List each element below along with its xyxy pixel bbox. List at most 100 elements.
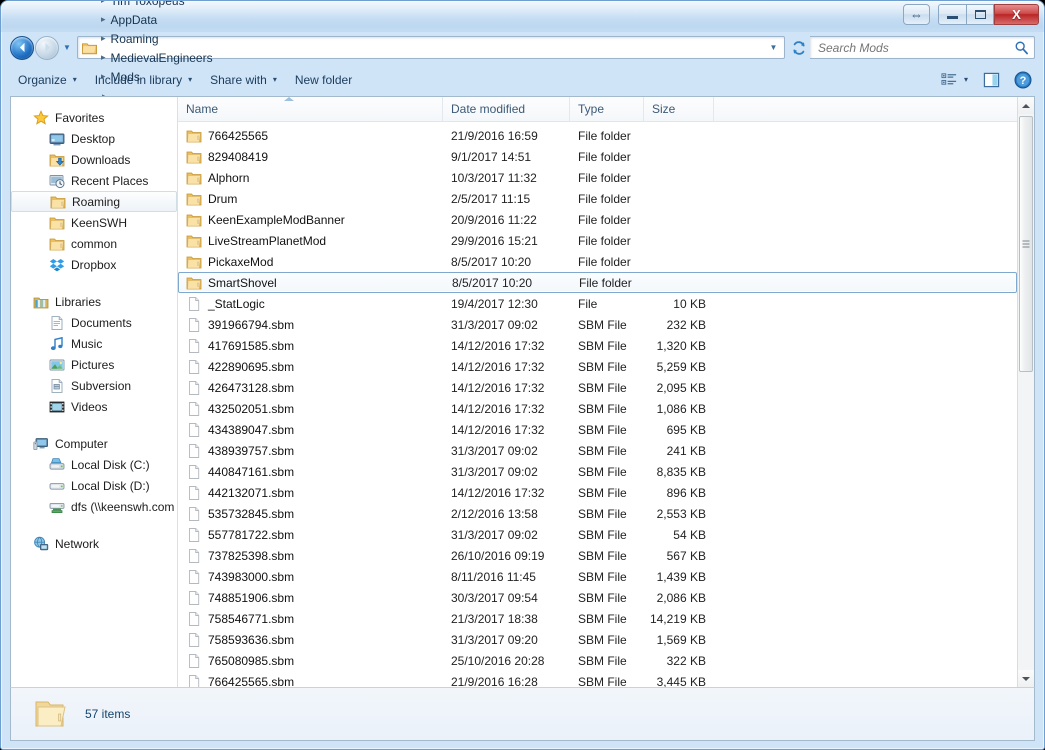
sidebar-item-network[interactable]: Network [11, 533, 177, 554]
refresh-button[interactable] [787, 36, 810, 59]
table-row[interactable]: 391966794.sbm 31/3/2017 09:02 SBM File 232 … [178, 314, 1017, 335]
table-row[interactable]: 748851906.sbm 30/3/2017 09:54 SBM File 2,08… [178, 587, 1017, 608]
address-dropdown-button[interactable]: ▼ [765, 43, 782, 52]
vertical-scrollbar[interactable] [1017, 97, 1034, 687]
table-row[interactable]: 434389047.sbm 14/12/2016 17:32 SBM File 695… [178, 419, 1017, 440]
sidebar-item-roaming[interactable]: Roaming [11, 191, 177, 212]
table-row[interactable]: 442132071.sbm 14/12/2016 17:32 SBM File 896… [178, 482, 1017, 503]
table-row[interactable]: Drum 2/5/2017 11:15 File folder [178, 188, 1017, 209]
sidebar-item-downloads[interactable]: Downloads [11, 149, 177, 170]
recent-pages-button[interactable]: ▼ [59, 43, 75, 52]
file-name-cell[interactable]: 434389047.sbm [178, 422, 443, 438]
file-list[interactable]: Name Date modified Type Size 766425565 21… [178, 97, 1017, 687]
table-row[interactable]: 557781722.sbm 31/3/2017 09:02 SBM File 54 K… [178, 524, 1017, 545]
sidebar-item-computer[interactable]: Computer [11, 433, 177, 454]
sidebar-item-subversion[interactable]: Subversion [11, 375, 177, 396]
file-name-cell[interactable]: 440847161.sbm [178, 464, 443, 480]
minimize-button[interactable] [938, 4, 966, 25]
table-row[interactable]: LiveStreamPlanetMod 29/9/2016 15:21 File f… [178, 230, 1017, 251]
toolbar-organize-button[interactable]: Organize ▾ [9, 69, 86, 91]
breadcrumb-item-3[interactable]: ▸ Roaming [100, 29, 217, 48]
search-icon[interactable] [1014, 40, 1029, 55]
file-name-cell[interactable]: 557781722.sbm [178, 527, 443, 543]
table-row[interactable]: 422890695.sbm 14/12/2016 17:32 SBM File 5,2… [178, 356, 1017, 377]
file-name-cell[interactable]: 422890695.sbm [178, 359, 443, 375]
table-row[interactable]: 432502051.sbm 14/12/2016 17:32 SBM File 1,0… [178, 398, 1017, 419]
file-name-cell[interactable]: 743983000.sbm [178, 569, 443, 585]
table-row[interactable]: 438939757.sbm 31/3/2017 09:02 SBM File 241 … [178, 440, 1017, 461]
table-row[interactable]: PickaxeMod 8/5/2017 10:20 File folder [178, 251, 1017, 272]
sidebar-item-music[interactable]: Music [11, 333, 177, 354]
sidebar-item-videos[interactable]: Videos [11, 396, 177, 417]
file-name-cell[interactable]: 758593636.sbm [178, 632, 443, 648]
sidebar-item-pictures[interactable]: Pictures [11, 354, 177, 375]
sidebar-item-desktop[interactable]: Desktop [11, 128, 177, 149]
file-name-cell[interactable]: 391966794.sbm [178, 317, 443, 333]
search-input[interactable] [818, 40, 1014, 55]
breadcrumb-item-1[interactable]: ▸ Tim Toxopeus [100, 1, 217, 10]
file-name-cell[interactable]: 438939757.sbm [178, 443, 443, 459]
forward-button[interactable] [35, 35, 59, 60]
scrollbar-thumb[interactable] [1019, 116, 1033, 372]
table-row[interactable]: 765080985.sbm 25/10/2016 20:28 SBM File 322… [178, 650, 1017, 671]
sidebar-item-local-disk-c[interactable]: Local Disk (C:) [11, 454, 177, 475]
column-header-size[interactable]: Size [644, 97, 714, 122]
file-name-cell[interactable]: 766425565.sbm [178, 674, 443, 687]
sidebar-item-dfs-keenswh-com[interactable]: dfs (\\keenswh.com [11, 496, 177, 517]
sidebar-item-recent-places[interactable]: Recent Places [11, 170, 177, 191]
file-name-cell[interactable]: 442132071.sbm [178, 485, 443, 501]
sidebar-item-dropbox[interactable]: Dropbox [11, 254, 177, 275]
scroll-up-button[interactable] [1018, 97, 1034, 114]
table-row[interactable]: _StatLogic 19/4/2017 12:30 File 10 KB [178, 293, 1017, 314]
file-name-cell[interactable]: Drum [178, 191, 443, 207]
table-row[interactable]: KeenExampleModBanner 20/9/2016 11:22 File … [178, 209, 1017, 230]
sidebar-item-libraries[interactable]: Libraries [11, 291, 177, 312]
file-name-cell[interactable]: 765080985.sbm [178, 653, 443, 669]
sidebar-item-local-disk-d[interactable]: Local Disk (D:) [11, 475, 177, 496]
table-row[interactable]: 417691585.sbm 14/12/2016 17:32 SBM File 1,3… [178, 335, 1017, 356]
column-header-name[interactable]: Name [178, 97, 443, 122]
maximize-button[interactable] [966, 4, 994, 25]
help-button[interactable]: ? [1010, 69, 1036, 91]
file-name-cell[interactable]: 535732845.sbm [178, 506, 443, 522]
search-box[interactable] [810, 36, 1035, 59]
toolbar-include-in-library-button[interactable]: Include in library ▾ [86, 69, 201, 91]
scrollbar-track[interactable] [1018, 114, 1034, 670]
toolbar-share-with-button[interactable]: Share with ▾ [201, 69, 286, 91]
table-row[interactable]: 737825398.sbm 26/10/2016 09:19 SBM File 567… [178, 545, 1017, 566]
breadcrumb-label[interactable]: AppData [107, 13, 162, 27]
close-button[interactable]: X [994, 4, 1039, 25]
column-header-type[interactable]: Type [570, 97, 644, 122]
file-name-cell[interactable]: 432502051.sbm [178, 401, 443, 417]
file-name-cell[interactable]: 766425565 [178, 128, 443, 144]
sidebar-item-common[interactable]: common [11, 233, 177, 254]
breadcrumb-item-2[interactable]: ▸ AppData [100, 10, 217, 29]
address-bar[interactable]: ▸ Tim Toxopeus ▸ AppData ▸ Roaming ▸ MedievalEn… [77, 1, 785, 101]
file-name-cell[interactable]: 758546771.sbm [178, 611, 443, 627]
file-name-cell[interactable]: PickaxeMod [178, 254, 443, 270]
sidebar-item-documents[interactable]: Documents [11, 312, 177, 333]
table-row[interactable]: 758546771.sbm 21/3/2017 18:38 SBM File 14,2… [178, 608, 1017, 629]
sidebar-item-favorites[interactable]: Favorites [11, 107, 177, 128]
file-name-cell[interactable]: _StatLogic [178, 296, 443, 312]
file-name-cell[interactable]: 417691585.sbm [178, 338, 443, 354]
sidebar-item-keenswh[interactable]: KeenSWH [11, 212, 177, 233]
file-name-cell[interactable]: 426473128.sbm [178, 380, 443, 396]
back-button[interactable] [10, 35, 34, 60]
table-row[interactable]: 766425565.sbm 21/9/2016 16:28 SBM File 3,44… [178, 671, 1017, 687]
file-name-cell[interactable]: SmartShovel [179, 275, 444, 291]
file-name-cell[interactable]: 748851906.sbm [178, 590, 443, 606]
table-row[interactable]: 758593636.sbm 31/3/2017 09:20 SBM File 1,56… [178, 629, 1017, 650]
navigation-pane[interactable]: Favorites Desktop Downloads Recent Places Ro… [11, 97, 178, 687]
table-row[interactable]: 535732845.sbm 2/12/2016 13:58 SBM File 2,55… [178, 503, 1017, 524]
scroll-down-button[interactable] [1018, 670, 1034, 687]
table-row[interactable]: 426473128.sbm 14/12/2016 17:32 SBM File 2,0… [178, 377, 1017, 398]
column-header-date-modified[interactable]: Date modified [443, 97, 570, 122]
file-name-cell[interactable]: 737825398.sbm [178, 548, 443, 564]
table-row[interactable]: 440847161.sbm 31/3/2017 09:02 SBM File 8,83… [178, 461, 1017, 482]
table-row[interactable]: Alphorn 10/3/2017 11:32 File folder [178, 167, 1017, 188]
file-name-cell[interactable]: LiveStreamPlanetMod [178, 233, 443, 249]
table-row[interactable]: 766425565 21/9/2016 16:59 File folder [178, 125, 1017, 146]
help-resize-button[interactable]: ⇔ [903, 4, 930, 25]
preview-pane-button[interactable] [973, 69, 1010, 91]
